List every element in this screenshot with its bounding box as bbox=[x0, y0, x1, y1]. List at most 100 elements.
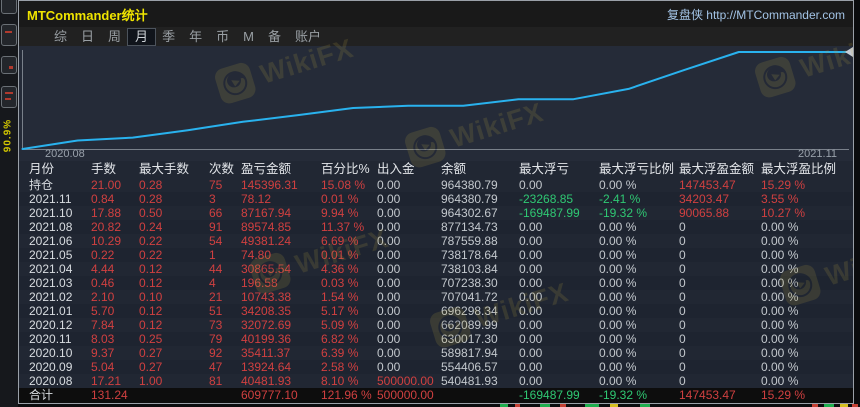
table-cell: 1.00 bbox=[139, 374, 163, 388]
table-cell: 0.00 % bbox=[599, 304, 637, 318]
table-cell: -2.41 % bbox=[599, 192, 641, 206]
table-cell: 2021.11 bbox=[29, 192, 72, 206]
table-cell: 10743.38 bbox=[241, 290, 292, 304]
table-cell: 2021.06 bbox=[29, 234, 73, 248]
column-header: 最大浮盈金额 bbox=[679, 162, 755, 176]
table-cell: 92 bbox=[209, 346, 223, 360]
table-cell: 0.00 bbox=[519, 332, 543, 346]
table-cell: 0.00 bbox=[519, 290, 543, 304]
table-cell: 0.00 % bbox=[761, 304, 799, 318]
table-cell: 147453.47 bbox=[679, 178, 736, 192]
chart-end-marker bbox=[845, 47, 853, 57]
column-header: 最大手数 bbox=[139, 162, 190, 176]
table-cell: 2021.03 bbox=[29, 276, 73, 290]
column-header: 出入金 bbox=[377, 162, 415, 176]
table-cell: 964302.67 bbox=[441, 206, 498, 220]
table-cell: 0.22 bbox=[91, 248, 115, 262]
table-cell: 0.00 bbox=[519, 262, 543, 276]
table-cell: 7.84 bbox=[91, 318, 115, 332]
table-cell: 0.00 % bbox=[599, 248, 637, 262]
table-cell: 0.12 bbox=[139, 276, 163, 290]
menu-item-周[interactable]: 周 bbox=[101, 29, 128, 45]
table-cell: 15.08 % bbox=[321, 178, 366, 192]
table-cell: 3.55 % bbox=[761, 192, 799, 206]
table-cell: 5.17 % bbox=[321, 304, 359, 318]
table-cell: 964380.79 bbox=[441, 192, 498, 206]
brand-link[interactable]: 复盘侠 http://MTCommander.com bbox=[667, 6, 845, 23]
table-cell: 0 bbox=[679, 318, 686, 332]
table-cell: 0.27 bbox=[139, 360, 163, 374]
menu-item-综[interactable]: 综 bbox=[47, 29, 74, 45]
table-cell: 2021.10 bbox=[29, 206, 73, 220]
table-cell: 0.00 % bbox=[599, 262, 637, 276]
table-cell: 0.00 bbox=[519, 360, 543, 374]
table-cell: 696298.34 bbox=[441, 304, 498, 318]
table-cell: 17.88 bbox=[91, 206, 122, 220]
column-header: 最大浮亏比例 bbox=[599, 162, 675, 176]
vertical-percent-label: 90.9% bbox=[2, 118, 14, 153]
table-cell: -19.32 % bbox=[599, 388, 648, 402]
menu-item-年[interactable]: 年 bbox=[182, 29, 209, 45]
table-cell: 0.22 bbox=[139, 248, 163, 262]
background-toolbar-icon bbox=[1, 0, 17, 14]
menu-item-M[interactable]: M bbox=[236, 29, 261, 45]
table-cell: 0.00 bbox=[519, 178, 543, 192]
table-cell: 2020.10 bbox=[29, 346, 73, 360]
table-row: 2021.04 4.44 0.12 44 30865.54 4.36 % 0.00 73810… bbox=[19, 262, 853, 276]
table-cell: 589817.94 bbox=[441, 346, 498, 360]
table-cell: 40481.93 bbox=[241, 374, 292, 388]
table-cell: 2020.09 bbox=[29, 360, 73, 374]
table-row: 2020.10 9.37 0.27 92 35411.37 6.39 % 0.00 58981… bbox=[19, 346, 853, 360]
table-cell: 0 bbox=[679, 290, 686, 304]
table-row: 2020.09 5.04 0.27 47 13924.64 2.58 % 0.00 55440… bbox=[19, 360, 853, 374]
table-cell: 0.10 bbox=[139, 290, 163, 304]
table-cell: 0.00 % bbox=[599, 332, 637, 346]
table-cell: 707238.30 bbox=[441, 276, 498, 290]
menu-item-账户[interactable]: 账户 bbox=[288, 29, 328, 45]
table-cell: 0 bbox=[679, 374, 686, 388]
table-cell: 2021.08 bbox=[29, 220, 73, 234]
table-cell: 540481.93 bbox=[441, 374, 498, 388]
table-cell: 4 bbox=[209, 276, 216, 290]
menu-item-月[interactable]: 月 bbox=[127, 27, 157, 46]
title-bar: MTCommander统计 复盘侠 http://MTCommander.com bbox=[19, 1, 853, 27]
table-cell: 75 bbox=[209, 178, 223, 192]
table-row: 2020.08 17.21 1.00 81 40481.93 8.10 % 500000.0… bbox=[19, 374, 853, 388]
table-cell: 0.00 bbox=[377, 346, 401, 360]
table-cell: 0.01 % bbox=[321, 248, 359, 262]
mtcommander-window: MTCommander统计 复盘侠 http://MTCommander.com… bbox=[18, 0, 854, 404]
table-cell: 0.03 % bbox=[321, 276, 359, 290]
table-cell: 0.00 bbox=[377, 332, 401, 346]
table-cell: 3 bbox=[209, 192, 216, 206]
column-header: 最大浮盈比例 bbox=[761, 162, 837, 176]
table-row: 2021.06 10.29 0.22 54 49381.24 6.69 % 0.00 7875… bbox=[19, 234, 853, 248]
table-cell: 0.00 % bbox=[761, 248, 799, 262]
menu-item-日[interactable]: 日 bbox=[74, 29, 101, 45]
table-cell: 0 bbox=[679, 346, 686, 360]
menu-bar: 综日周月季年币 M 备账户 bbox=[19, 27, 853, 46]
table-cell: 1.54 % bbox=[321, 290, 359, 304]
table-cell: 73 bbox=[209, 318, 223, 332]
table-cell: 2021.04 bbox=[29, 262, 73, 276]
menu-item-季[interactable]: 季 bbox=[155, 29, 182, 45]
table-cell: 0.00 bbox=[519, 374, 543, 388]
table-cell: 0.00 % bbox=[761, 262, 799, 276]
table-cell: 0.00 % bbox=[599, 290, 637, 304]
table-cell: 13924.64 bbox=[241, 360, 292, 374]
table-cell: 0.00 bbox=[519, 234, 543, 248]
table-cell: 0.00 bbox=[519, 248, 543, 262]
table-cell: 32072.69 bbox=[241, 318, 292, 332]
table-cell: 9.94 % bbox=[321, 206, 359, 220]
table-cell bbox=[207, 388, 239, 403]
table-cell: 0.00 % bbox=[761, 290, 799, 304]
table-cell: 609777.10 bbox=[241, 388, 298, 402]
table-cell: 0 bbox=[679, 276, 686, 290]
menu-item-币[interactable]: 币 bbox=[209, 29, 236, 45]
table-cell: 0.00 % bbox=[761, 276, 799, 290]
table-cell: 500000.00 bbox=[377, 388, 434, 402]
table-cell: 2020.11 bbox=[29, 332, 72, 346]
table-cell: -169487.99 bbox=[519, 388, 580, 402]
menu-item-备[interactable]: 备 bbox=[261, 29, 288, 45]
table-cell: 10.27 % bbox=[761, 206, 806, 220]
table-cell: 2.10 bbox=[91, 290, 115, 304]
